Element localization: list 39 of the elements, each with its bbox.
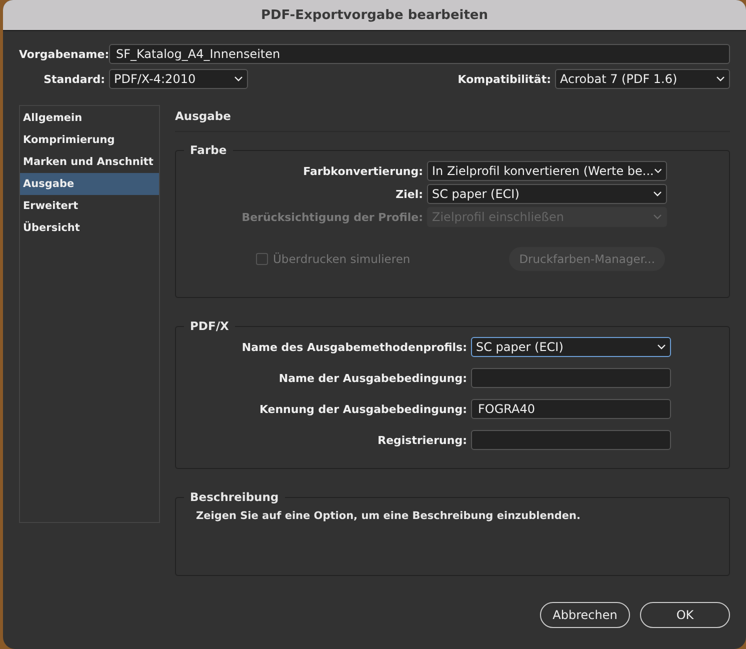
preset-name-field[interactable]: SF_Katalog_A4_Innenseiten [109,44,730,64]
sidebar-item[interactable]: Übersicht [20,217,159,239]
sidebar-item[interactable]: Marken und Anschnitt [20,151,159,173]
chevron-down-icon [653,214,662,220]
field-label: Standard: [42,72,105,86]
dropdown[interactable]: SC paper (ECI) [471,337,671,357]
text-field[interactable] [471,430,671,450]
dialog-button[interactable]: OK [640,602,730,628]
chevron-down-icon [234,76,243,82]
text-field[interactable] [471,368,671,388]
field-label: Ziel: [394,188,423,200]
dialog-button[interactable]: Abbrechen [540,602,630,628]
field-label: Berücksichtigung der Profile: [240,210,423,224]
checkbox-label: Überdrucken simulieren [273,252,410,266]
description-text: Zeigen Sie auf eine Option, um eine Beschreibung einzublenden. [196,510,582,522]
dropdown[interactable]: In Zielprofil konvertieren (Werte be... [427,161,667,181]
window-title: PDF-Exportvorgabe bearbeiten [260,8,488,22]
field-label: Registrierung: [376,434,467,446]
sidebar-item[interactable]: Komprimierung [20,129,159,151]
field-label: Farbkonvertierung: [302,164,423,178]
sidebar-item[interactable]: Ausgabe [20,173,159,195]
chevron-down-icon [654,168,662,174]
sidebar-item[interactable]: Erweitert [20,195,159,217]
field-label: Kompatibilität: [458,72,551,86]
chevron-down-icon [653,191,662,197]
field-label: Kennung der Ausgabebedingung: [258,402,467,416]
group-title: PDF/X [184,319,235,333]
field-label: Name des Ausgabemethodenprofils: [240,340,467,354]
group-title: Farbe [184,143,233,157]
text-field[interactable]: FOGRA40 [471,399,671,419]
group-title: Beschreibung [184,490,285,504]
chevron-down-icon [657,344,666,350]
field-label: Name der Ausgabebedingung: [278,372,467,384]
compatibility-select[interactable]: Acrobat 7 (PDF 1.6) [555,69,730,89]
section-title: Ausgabe [175,109,232,125]
standard-select[interactable]: PDF/X-4:2010 [109,69,248,89]
dropdown[interactable]: SC paper (ECI) [427,184,667,204]
chevron-down-icon [716,76,725,82]
sidebar-item[interactable]: Allgemein [20,107,159,129]
